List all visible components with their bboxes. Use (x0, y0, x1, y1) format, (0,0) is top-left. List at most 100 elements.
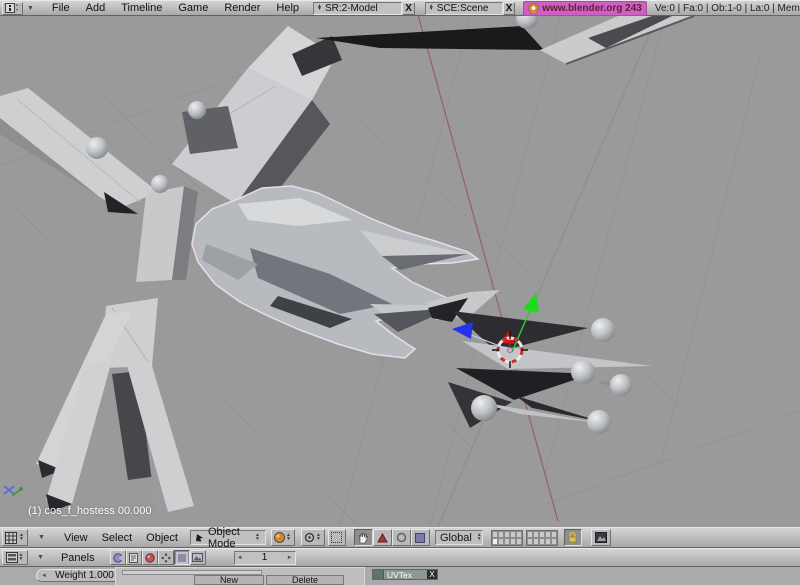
menu-help[interactable]: Help (268, 2, 307, 14)
lock-icon (568, 532, 577, 543)
menu-render[interactable]: Render (216, 2, 268, 14)
scene-selector-value: SCE:Scene (437, 3, 489, 14)
script-context-button[interactable] (126, 550, 142, 565)
buttons-window-icon (6, 552, 18, 563)
scene-context-button[interactable] (190, 550, 206, 565)
snap-button[interactable] (328, 529, 346, 546)
new-button[interactable]: New (194, 575, 264, 585)
mode-selector-dropdown[interactable]: Object Mode ▲▼ (190, 530, 266, 545)
scene-browse-icon[interactable]: ▲▼ (428, 5, 435, 12)
rotate-circle-icon (396, 532, 407, 543)
viewport-menubar: View Select Object (57, 532, 185, 544)
screen-delete-button[interactable]: X (402, 2, 414, 15)
mode-selector-value: Object Mode (208, 526, 250, 550)
buttons-editor-type-button[interactable]: ▲▼ (2, 550, 28, 565)
menu-game[interactable]: Game (170, 2, 216, 14)
hand-icon (358, 532, 369, 544)
manipulator-toggle-button[interactable] (354, 529, 373, 546)
mode-stepper-icon: ▲▼ (254, 534, 261, 541)
layer-cell[interactable] (516, 531, 522, 538)
layer-buttons-group-2[interactable] (526, 530, 558, 546)
material-sphere-icon (145, 553, 155, 563)
manipulator-blue-arrowhead[interactable] (452, 322, 473, 339)
rotate-manipulator-button[interactable] (392, 529, 411, 546)
buttons-context-group (110, 550, 206, 565)
object-context-button[interactable] (158, 550, 174, 565)
manipulator-toggle-group (354, 529, 430, 546)
header-collapse-icon[interactable]: ▼ (23, 5, 38, 12)
menu-timeline[interactable]: Timeline (113, 2, 170, 14)
lock-layers-button[interactable] (564, 529, 582, 546)
editor-type-button[interactable]: ▲▼ (2, 529, 28, 546)
layer-buttons-group-1[interactable] (491, 530, 523, 546)
viewport-axis-gizmo (4, 486, 23, 496)
object-arrows-icon (161, 553, 171, 563)
3d-scene-canvas[interactable] (0, 16, 800, 527)
3d-model-structure (0, 16, 694, 514)
menu-select[interactable]: Select (95, 532, 140, 544)
space-stepper-icon: ▲▼ (476, 534, 483, 541)
buttons-header-collapse-icon[interactable]: ▼ (33, 554, 48, 561)
info-icon (5, 3, 19, 13)
blender-version-badge[interactable]: www.blender.org 243 (523, 1, 647, 16)
3d-viewport[interactable]: (1) cos_f_hostess 00.000 (0, 16, 800, 527)
uvtex-field[interactable]: UVTex X (372, 569, 438, 580)
screen-browse-icon[interactable]: ▲▼ (316, 5, 323, 12)
menu-file[interactable]: File (44, 2, 78, 14)
axis-line-y-green (438, 21, 655, 527)
frame-increment-icon[interactable]: ► (287, 555, 293, 561)
logic-pacman-icon (113, 553, 123, 563)
translate-manipulator-button[interactable] (373, 529, 392, 546)
render-preview-button[interactable] (591, 529, 611, 546)
object-mode-icon (195, 533, 204, 542)
main-menubar: File Add Timeline Game Render Help (44, 2, 307, 14)
grid-lines (0, 16, 800, 527)
layer-cell[interactable] (551, 538, 557, 545)
weight-decrement-icon[interactable]: ◄ (41, 573, 47, 579)
active-object-info: (1) cos_f_hostess 00.000 (28, 505, 152, 517)
axis-line-x-red (417, 16, 558, 521)
layer-cell[interactable] (516, 538, 522, 545)
uvtex-field-value: UVTex (384, 570, 427, 580)
transform-space-dropdown[interactable]: Global ▲▼ (435, 530, 483, 545)
scene-delete-button[interactable]: X (503, 2, 515, 15)
screen-selector-value: SR:2-Model (325, 3, 378, 14)
frame-number-stepper[interactable]: ◄ 1 ► (234, 551, 296, 565)
uvtex-color-swatch[interactable] (373, 570, 384, 579)
snap-dotted-square-icon (331, 532, 342, 543)
editor-type-stepper-icon: ▲▼ (18, 534, 25, 541)
editing-square-icon (176, 552, 188, 564)
logic-context-button[interactable] (110, 550, 126, 565)
vertex-groups-panel: New Delete UVTex X (115, 567, 365, 585)
shading-stepper-icon: ▲▼ (285, 534, 292, 541)
scale-manipulator-button[interactable] (411, 529, 430, 546)
viewport-shading-button[interactable]: ▲▼ (271, 529, 295, 546)
menu-view[interactable]: View (57, 532, 95, 544)
render-image-icon (595, 532, 607, 543)
buttons-editor-stepper-icon: ▲▼ (18, 554, 25, 561)
shading-sphere-icon (274, 532, 285, 543)
menu-object[interactable]: Object (139, 532, 185, 544)
delete-button[interactable]: Delete (266, 575, 344, 585)
uvtex-delete-button[interactable]: X (427, 570, 437, 579)
info-window-type-button[interactable] (2, 2, 23, 15)
transform-space-value: Global (440, 532, 472, 544)
translate-triangle-icon (377, 533, 388, 543)
menu-add[interactable]: Add (78, 2, 114, 14)
scale-square-icon (415, 533, 425, 543)
shading-context-button[interactable] (142, 550, 158, 565)
pivot-point-button[interactable]: ▲▼ (301, 529, 325, 546)
frame-decrement-icon[interactable]: ◄ (237, 555, 243, 561)
menu-panels[interactable]: Panels (54, 552, 102, 564)
buttons-window-header: ▲▼ ▼ Panels (0, 548, 800, 567)
scene-selector[interactable]: ▲▼ SCE:Scene (425, 2, 503, 15)
editing-context-button[interactable] (174, 550, 190, 565)
screen-selector[interactable]: ▲▼ SR:2-Model (313, 2, 402, 15)
selected-mesh[interactable] (192, 186, 478, 358)
frame-number-value: 1 (262, 552, 268, 563)
viewport-header-collapse-icon[interactable]: ▼ (34, 534, 49, 541)
weight-field-value: Weight 1.000 (55, 570, 114, 581)
layer-cell[interactable] (551, 531, 557, 538)
viewport-header: ▲▼ ▼ View Select Object Object Mode ▲▼ ▲… (0, 527, 800, 548)
scene-statistics: Ve:0 | Fa:0 | Ob:1-0 | La:0 | Mem:1 (655, 3, 800, 14)
